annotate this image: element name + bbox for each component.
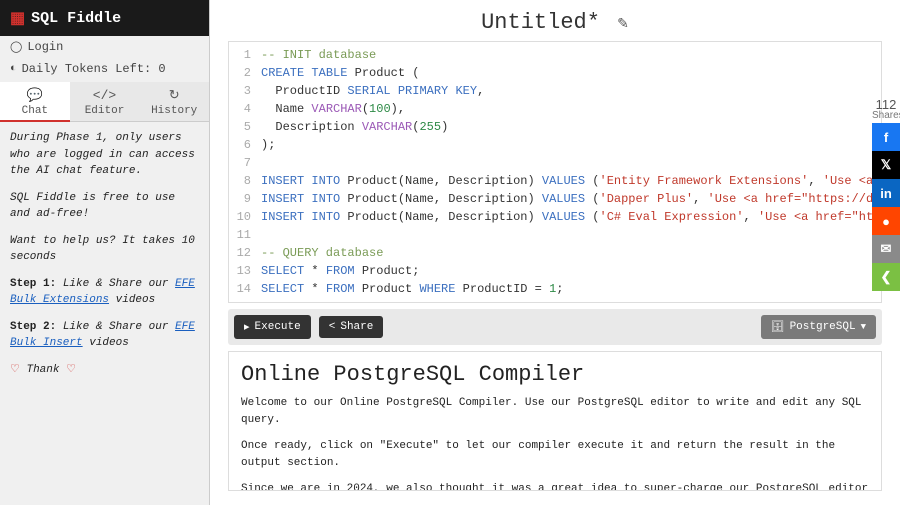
doc-title: Untitled* xyxy=(481,10,600,35)
execute-button[interactable]: ▸ Execute xyxy=(234,315,311,339)
output-panel: Online PostgreSQL Compiler Welcome to ou… xyxy=(228,351,882,491)
brand-icon: ▦ xyxy=(10,8,25,28)
tokens-label: Daily Tokens Left: 0 xyxy=(22,62,166,76)
code-lines[interactable]: -- INIT databaseCREATE TABLE Product ( P… xyxy=(261,46,881,298)
tab-history-label: History xyxy=(151,105,197,117)
step2-tail: videos xyxy=(83,337,129,349)
tab-chat-label: Chat xyxy=(22,105,48,117)
output-p1: Welcome to our Online PostgreSQL Compile… xyxy=(241,395,869,428)
db-label: PostgreSQL xyxy=(790,321,856,333)
login-label: Login xyxy=(27,40,63,54)
play-icon: ▸ xyxy=(244,320,250,334)
share-rail: 112 Shares f 𝕏 in ● ✉ ❮ xyxy=(872,98,900,291)
sidebar: ▦ SQL Fiddle ◯ Login ◐ Daily Tokens Left… xyxy=(0,0,210,505)
tab-editor[interactable]: </> Editor xyxy=(70,82,140,121)
output-p2: Once ready, click on "Execute" to let ou… xyxy=(241,438,869,471)
token-icon: ◐ xyxy=(10,63,17,75)
output-heading: Online PostgreSQL Compiler xyxy=(241,362,869,387)
code-editor[interactable]: 1234567891011121314 -- INIT databaseCREA… xyxy=(228,41,882,303)
chat-icon: 💬 xyxy=(0,88,70,103)
line-gutter: 1234567891011121314 xyxy=(229,46,255,298)
tab-editor-label: Editor xyxy=(85,105,125,117)
side-p1: During Phase 1, only users who are logge… xyxy=(10,132,195,177)
tab-chat[interactable]: 💬 Chat xyxy=(0,82,70,121)
tokens-row: ◐ Daily Tokens Left: 0 xyxy=(0,58,209,80)
database-icon: 🗄 xyxy=(771,320,785,334)
step2-text: Like & Share our xyxy=(56,321,175,333)
sidebar-tabs: 💬 Chat </> Editor ↻ History xyxy=(0,82,209,122)
db-select-button[interactable]: 🗄 PostgreSQL ▼ xyxy=(761,315,876,339)
step1-prefix: Step 1: xyxy=(10,278,56,290)
share-reddit[interactable]: ● xyxy=(872,207,900,235)
tab-history[interactable]: ↻ History xyxy=(139,82,209,121)
edit-title-icon[interactable]: ✎ xyxy=(617,17,629,33)
step2-prefix: Step 2: xyxy=(10,321,56,333)
thank-text: Thank xyxy=(26,364,59,376)
heart-icon: ♡ xyxy=(66,364,76,376)
brand[interactable]: ▦ SQL Fiddle xyxy=(0,0,209,36)
history-icon: ↻ xyxy=(139,88,209,103)
share-x[interactable]: 𝕏 xyxy=(872,151,900,179)
user-icon: ◯ xyxy=(10,40,22,54)
code-icon: </> xyxy=(70,88,140,103)
heart-icon: ♡ xyxy=(10,364,20,376)
share-button[interactable]: < Share xyxy=(319,316,384,338)
brand-text: SQL Fiddle xyxy=(31,10,121,27)
output-p3: Since we are in 2024, we also thought it… xyxy=(241,481,869,491)
side-p3: Want to help us? It takes 10 seconds xyxy=(10,235,195,264)
share-facebook[interactable]: f xyxy=(872,123,900,151)
execute-label: Execute xyxy=(255,321,301,333)
main: Untitled* ✎ 1234567891011121314 -- INIT … xyxy=(210,0,900,505)
side-body: During Phase 1, only users who are logge… xyxy=(0,122,209,396)
share-linkedin[interactable]: in xyxy=(872,179,900,207)
title-bar: Untitled* ✎ xyxy=(210,0,900,41)
share-count-label: Shares xyxy=(872,110,900,121)
step1-text: Like & Share our xyxy=(56,278,175,290)
share-icon: < xyxy=(329,321,336,333)
action-bar: ▸ Execute < Share 🗄 PostgreSQL ▼ xyxy=(228,309,882,345)
share-label: Share xyxy=(340,321,373,333)
side-p2: SQL Fiddle is free to use and ad-free! xyxy=(10,192,175,221)
login-link[interactable]: ◯ Login xyxy=(0,36,209,58)
share-email[interactable]: ✉ xyxy=(872,235,900,263)
share-counts: 112 Shares xyxy=(872,98,900,121)
step1-tail: videos xyxy=(109,294,155,306)
chevron-down-icon: ▼ xyxy=(861,322,866,332)
share-sharethis[interactable]: ❮ xyxy=(872,263,900,291)
